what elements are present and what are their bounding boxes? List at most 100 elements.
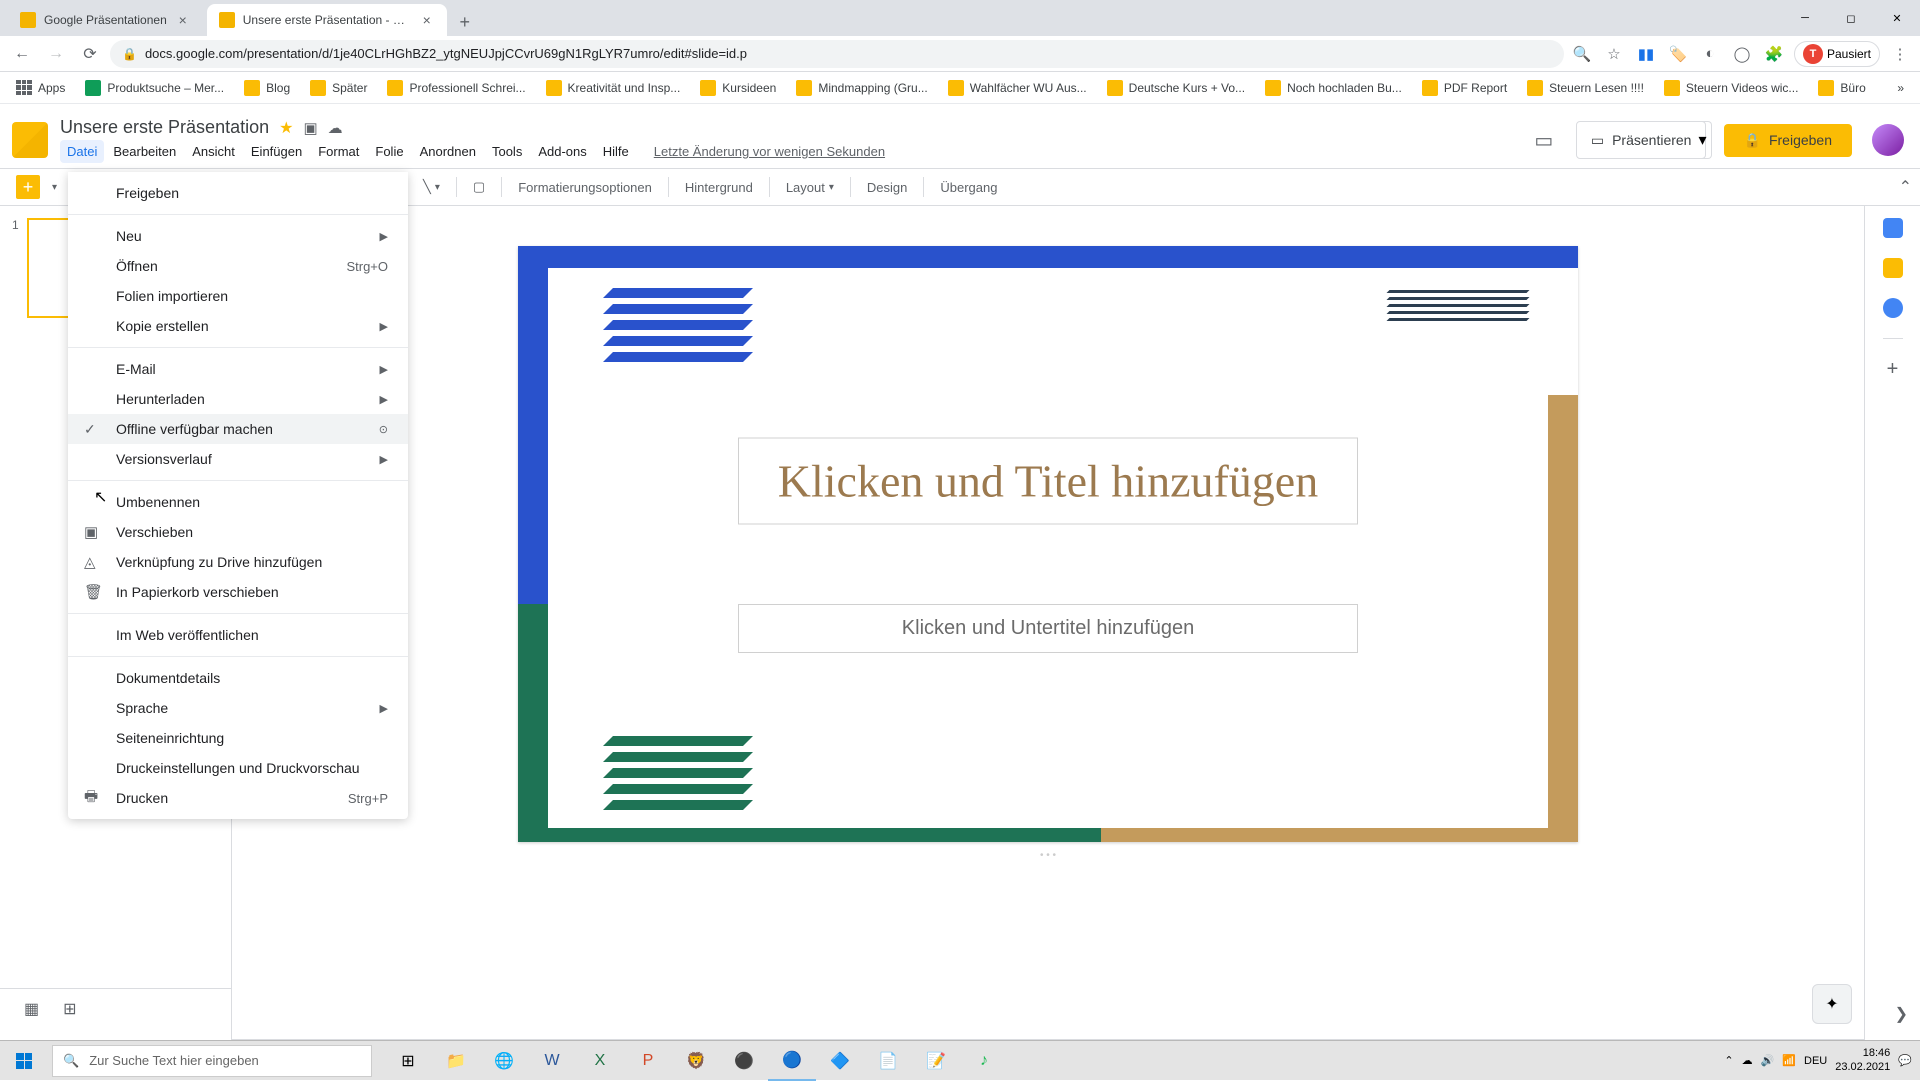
bookmark-item[interactable]: Mindmapping (Gru... <box>788 76 935 100</box>
menu-format[interactable]: Format <box>311 140 366 163</box>
tray-clock[interactable]: 18:46 23.02.2021 <box>1835 1047 1890 1073</box>
bookmark-item[interactable]: Professionell Schrei... <box>379 76 533 100</box>
extension-icon[interactable]: ◐ <box>1698 42 1722 66</box>
new-tab-button[interactable]: + <box>451 8 479 36</box>
menu-version-history[interactable]: Versionsverlauf▶ <box>68 444 408 474</box>
back-button[interactable]: ← <box>8 40 36 68</box>
filmstrip-view-button[interactable]: ▦ <box>24 999 39 1019</box>
bookmark-item[interactable]: Büro <box>1810 76 1873 100</box>
menu-add-shortcut[interactable]: ◬Verknüpfung zu Drive hinzufügen <box>68 547 408 577</box>
bookmark-item[interactable]: Deutsche Kurs + Vo... <box>1099 76 1253 100</box>
star-icon[interactable]: ★ <box>279 118 293 138</box>
calendar-icon[interactable] <box>1883 218 1903 238</box>
taskbar-app[interactable]: ♪ <box>960 1041 1008 1081</box>
reload-button[interactable]: ⟳ <box>76 40 104 68</box>
menu-share[interactable]: Freigeben <box>68 178 408 208</box>
menu-folie[interactable]: Folie <box>368 140 410 163</box>
browser-tab-active[interactable]: Unsere erste Präsentation - Goo... × <box>207 4 447 36</box>
doc-title[interactable]: Unsere erste Präsentation <box>60 117 269 138</box>
minimize-button[interactable]: ─ <box>1782 0 1828 36</box>
menu-import-slides[interactable]: Folien importieren <box>68 281 408 311</box>
menu-tools[interactable]: Tools <box>485 140 529 163</box>
menu-addons[interactable]: Add-ons <box>531 140 593 163</box>
forward-button[interactable]: → <box>42 40 70 68</box>
title-placeholder[interactable]: Klicken und Titel hinzufügen <box>738 437 1358 524</box>
extensions-button[interactable]: 🧩 <box>1762 42 1786 66</box>
format-options-button[interactable]: Formatierungsoptionen <box>510 176 660 199</box>
menu-ansicht[interactable]: Ansicht <box>185 140 242 163</box>
account-avatar[interactable] <box>1872 124 1904 156</box>
menu-move[interactable]: ▣Verschieben <box>68 517 408 547</box>
bookmark-item[interactable]: Kursideen <box>692 76 784 100</box>
menu-language[interactable]: Sprache▶ <box>68 693 408 723</box>
new-slide-dropdown[interactable]: ▾ <box>52 182 57 193</box>
close-icon[interactable]: × <box>419 12 435 28</box>
tray-cloud-icon[interactable]: ☁ <box>1742 1054 1753 1067</box>
menu-trash[interactable]: 🗑In Papierkorb verschieben <box>68 577 408 607</box>
menu-print-settings[interactable]: Druckeinstellungen und Druckvorschau <box>68 753 408 783</box>
side-panel-toggle[interactable]: ❯ <box>1895 1004 1908 1024</box>
maximize-button[interactable]: ◻ <box>1828 0 1874 36</box>
menu-print[interactable]: 🖶DruckenStrg+P <box>68 783 408 813</box>
close-window-button[interactable]: ✕ <box>1874 0 1920 36</box>
taskbar-app-chrome[interactable]: 🔵 <box>768 1041 816 1081</box>
move-icon[interactable]: ▣ <box>303 119 317 137</box>
taskbar-app[interactable]: 🔷 <box>816 1041 864 1081</box>
extension-icon[interactable]: ◯ <box>1730 42 1754 66</box>
taskbar-app[interactable]: X <box>576 1041 624 1081</box>
apps-button[interactable]: Apps <box>8 76 73 100</box>
tray-language[interactable]: DEU <box>1804 1055 1827 1067</box>
zoom-icon[interactable]: 🔍 <box>1570 42 1594 66</box>
menu-open[interactable]: ÖffnenStrg+O <box>68 251 408 281</box>
explore-button[interactable]: ✦ <box>1812 984 1852 1024</box>
layout-button[interactable]: Layout ▾ <box>778 176 842 199</box>
menu-hilfe[interactable]: Hilfe <box>596 140 636 163</box>
extension-icon[interactable]: 🏷️ <box>1666 42 1690 66</box>
bookmark-item[interactable]: Steuern Videos wic... <box>1656 76 1807 100</box>
menu-bearbeiten[interactable]: Bearbeiten <box>106 140 183 163</box>
bookmark-item[interactable]: PDF Report <box>1414 76 1515 100</box>
textbox-tool[interactable]: ▢ <box>465 175 493 199</box>
extension-icon[interactable]: ▮▮ <box>1634 42 1658 66</box>
cloud-status-icon[interactable]: ☁ <box>328 119 343 137</box>
url-input[interactable]: 🔒 docs.google.com/presentation/d/1je40CL… <box>110 40 1564 68</box>
bookmark-item[interactable]: Wahlfächer WU Aus... <box>940 76 1095 100</box>
bookmark-item[interactable]: Produktsuche – Mer... <box>77 76 232 100</box>
slide-canvas[interactable]: Klicken und Titel hinzufügen Klicken und… <box>518 246 1578 842</box>
tasks-icon[interactable] <box>1883 298 1903 318</box>
share-button[interactable]: 🔒 Freigeben <box>1724 124 1852 157</box>
menu-page-setup[interactable]: Seiteneinrichtung <box>68 723 408 753</box>
menu-make-copy[interactable]: Kopie erstellen▶ <box>68 311 408 341</box>
taskbar-app[interactable]: 📝 <box>912 1041 960 1081</box>
tray-wifi-icon[interactable]: 📶 <box>1782 1054 1796 1067</box>
canvas-area[interactable]: Klicken und Titel hinzufügen Klicken und… <box>232 206 1864 1080</box>
present-button[interactable]: ▭ Präsentieren <box>1576 121 1707 159</box>
menu-email[interactable]: E-Mail▶ <box>68 354 408 384</box>
menu-download[interactable]: Herunterladen▶ <box>68 384 408 414</box>
bookmark-item[interactable]: Steuern Lesen !!!! <box>1519 76 1652 100</box>
design-button[interactable]: Design <box>859 176 915 199</box>
task-view-button[interactable]: ⊞ <box>384 1041 432 1081</box>
subtitle-placeholder[interactable]: Klicken und Untertitel hinzufügen <box>738 604 1358 653</box>
taskbar-app[interactable]: P <box>624 1041 672 1081</box>
bookmark-item[interactable]: Kreativität und Insp... <box>538 76 689 100</box>
taskbar-search[interactable]: 🔍 Zur Suche Text hier eingeben <box>52 1045 372 1077</box>
browser-tab[interactable]: Google Präsentationen × <box>8 4 203 36</box>
start-button[interactable] <box>0 1041 48 1081</box>
tray-volume-icon[interactable]: 🔊 <box>1761 1054 1775 1067</box>
star-icon[interactable]: ☆ <box>1602 42 1626 66</box>
grid-view-button[interactable]: ⊞ <box>63 999 76 1019</box>
comments-button[interactable]: ▭ <box>1524 120 1564 160</box>
present-dropdown[interactable]: ▾ <box>1694 121 1711 159</box>
bookmark-item[interactable]: Später <box>302 76 375 100</box>
menu-new[interactable]: Neu▶ <box>68 221 408 251</box>
taskbar-app[interactable]: 📁 <box>432 1041 480 1081</box>
keep-icon[interactable] <box>1883 258 1903 278</box>
menu-datei[interactable]: Datei <box>60 140 104 163</box>
bookmark-item[interactable]: Noch hochladen Bu... <box>1257 76 1410 100</box>
taskbar-app[interactable]: ⚫ <box>720 1041 768 1081</box>
notifications-button[interactable]: 💬 <box>1898 1054 1912 1067</box>
menu-doc-details[interactable]: Dokumentdetails <box>68 663 408 693</box>
transition-button[interactable]: Übergang <box>932 176 1005 199</box>
add-addon-button[interactable]: + <box>1883 359 1903 379</box>
